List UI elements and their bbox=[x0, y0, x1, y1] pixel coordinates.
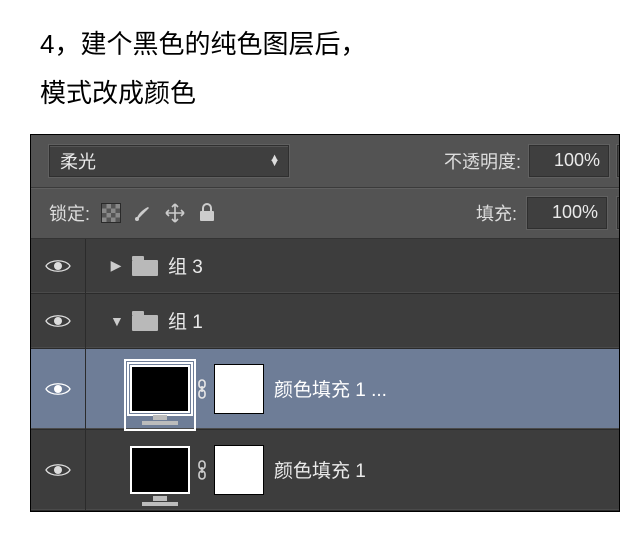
solid-color-thumbnail[interactable] bbox=[130, 365, 190, 413]
layer-row[interactable]: 颜色填充 1 bbox=[31, 430, 620, 511]
instruction-text: 4，建个黑色的纯色图层后， 模式改成颜色 bbox=[0, 0, 641, 134]
fill-field[interactable]: 100% bbox=[527, 197, 607, 229]
visibility-toggle[interactable] bbox=[31, 294, 86, 348]
link-icon[interactable] bbox=[196, 460, 208, 480]
lock-move-icon[interactable] bbox=[164, 202, 186, 224]
blend-mode-dropdown[interactable]: 柔光 ▲▼ bbox=[49, 145, 289, 177]
group-name: 组 3 bbox=[168, 252, 203, 279]
opacity-label: 不透明度: bbox=[444, 148, 521, 174]
group-row[interactable]: ▶ 组 3 bbox=[31, 239, 620, 294]
eye-icon bbox=[45, 312, 71, 330]
layer-name: 颜色填充 1 bbox=[274, 456, 366, 483]
group-row[interactable]: ▼ 组 1 bbox=[31, 294, 620, 349]
fill-label: 填充: bbox=[476, 200, 517, 226]
fill-more-button[interactable]: ▼ bbox=[617, 197, 620, 229]
layer-name: 颜色填充 1 ... bbox=[274, 375, 387, 402]
eye-icon bbox=[45, 380, 71, 398]
folder-icon bbox=[132, 311, 158, 331]
layer-mask-thumbnail[interactable] bbox=[214, 364, 264, 414]
folder-icon bbox=[132, 256, 158, 276]
lock-brush-icon[interactable] bbox=[132, 202, 154, 224]
lock-label: 锁定: bbox=[49, 200, 90, 226]
layer-thumbnails bbox=[130, 445, 264, 495]
eye-icon bbox=[45, 461, 71, 479]
link-icon[interactable] bbox=[196, 379, 208, 399]
opacity-more-button[interactable]: ▼ bbox=[617, 145, 620, 177]
opacity-field[interactable]: 100% bbox=[529, 145, 609, 177]
visibility-toggle[interactable] bbox=[31, 349, 86, 429]
fill-value: 100% bbox=[552, 202, 598, 223]
instruction-line-2: 模式改成颜色 bbox=[40, 69, 611, 118]
layers-list: ▶ 组 3 ▼ 组 1 bbox=[31, 239, 620, 511]
visibility-toggle[interactable] bbox=[31, 239, 86, 293]
layer-mask-thumbnail[interactable] bbox=[214, 445, 264, 495]
instruction-line-1: 4，建个黑色的纯色图层后， bbox=[40, 20, 611, 69]
layer-row[interactable]: 颜色填充 1 ... bbox=[31, 349, 620, 430]
lock-all-icon[interactable] bbox=[196, 202, 218, 224]
solid-color-thumbnail[interactable] bbox=[130, 446, 190, 494]
panel-lock-row: 锁定: 填充: 100% ▼ bbox=[31, 188, 620, 239]
panel-top-row: 柔光 ▲▼ 不透明度: 100% ▼ bbox=[31, 135, 620, 188]
eye-icon bbox=[45, 257, 71, 275]
layer-thumbnails bbox=[130, 364, 264, 414]
dropdown-arrows-icon: ▲▼ bbox=[269, 156, 280, 166]
layers-panel: 柔光 ▲▼ 不透明度: 100% ▼ 锁定: bbox=[30, 134, 620, 512]
visibility-toggle[interactable] bbox=[31, 430, 86, 510]
disclosure-closed-icon[interactable]: ▶ bbox=[110, 257, 122, 274]
opacity-value: 100% bbox=[554, 150, 600, 171]
blend-mode-value: 柔光 bbox=[60, 148, 96, 174]
group-name: 组 1 bbox=[168, 307, 203, 334]
disclosure-open-icon[interactable]: ▼ bbox=[110, 313, 122, 329]
lock-transparency-icon[interactable] bbox=[100, 202, 122, 224]
